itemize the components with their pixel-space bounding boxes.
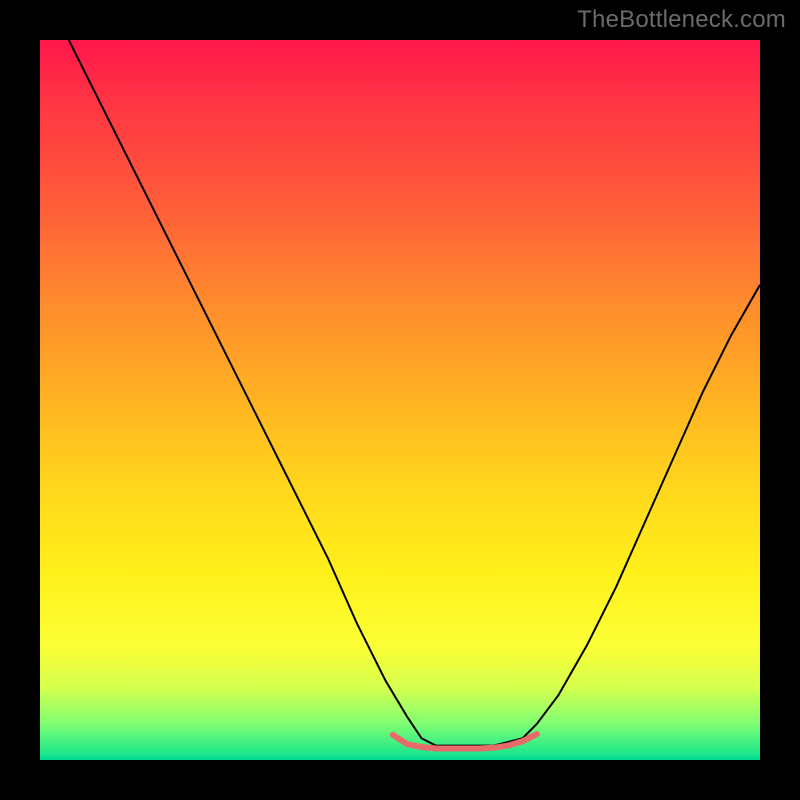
main-curve — [69, 40, 760, 746]
watermark-text: TheBottleneck.com — [577, 6, 786, 34]
plot-area — [40, 40, 760, 760]
base-band-curve — [393, 734, 537, 748]
chart-frame: TheBottleneck.com — [0, 0, 800, 800]
curve-overlay — [40, 40, 760, 760]
